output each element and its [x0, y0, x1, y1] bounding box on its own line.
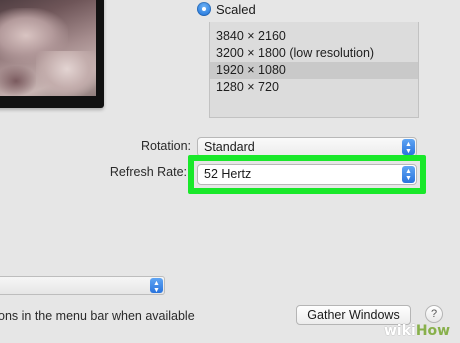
help-button[interactable]: ? [425, 305, 443, 323]
watermark-wiki: wiki [384, 323, 416, 339]
show-options-menu-bar-text[interactable]: ons in the menu bar when available [0, 309, 195, 323]
refresh-rate-label: Refresh Rate: [109, 165, 187, 179]
up-down-arrows-icon: ▲ ▼ [402, 139, 415, 155]
resolution-item[interactable]: 3200 × 1800 (low resolution) [210, 45, 418, 62]
resolution-item-selected[interactable]: 1920 × 1080 [210, 62, 418, 79]
mirroring-popup[interactable]: ▲ ▼ [0, 276, 165, 295]
watermark-how: How [415, 323, 451, 339]
resolution-list[interactable]: 3840 × 2160 3200 × 1800 (low resolution)… [209, 22, 419, 118]
scaled-radio-button[interactable] [197, 2, 211, 16]
display-preview-frame [0, 0, 104, 108]
up-down-arrows-icon: ▲ ▼ [150, 278, 163, 294]
rotation-label: Rotation: [140, 139, 191, 153]
display-preview-image [0, 0, 96, 96]
wikihow-watermark: wikiHow [384, 322, 450, 340]
scaled-radio-label[interactable]: Scaled [216, 2, 256, 17]
rotation-value: Standard [204, 140, 255, 154]
highlight-box [188, 155, 426, 194]
resolution-item[interactable]: 3840 × 2160 [210, 28, 418, 45]
rotation-popup[interactable]: Standard ▲ ▼ [197, 137, 417, 157]
resolution-item[interactable]: 1280 × 720 [210, 79, 418, 96]
